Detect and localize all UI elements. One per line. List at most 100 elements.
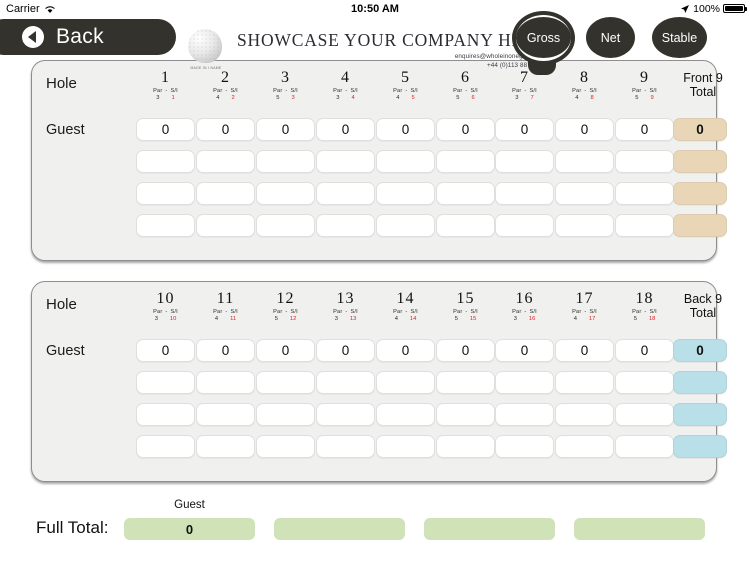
- back-nine-score-cell[interactable]: 0: [136, 339, 195, 362]
- par-si-label: Par - S/I: [333, 309, 358, 315]
- front-nine-score-cell[interactable]: [316, 182, 375, 205]
- front-nine-score-cell[interactable]: 0: [436, 118, 495, 141]
- front-nine-score-cell[interactable]: [615, 150, 674, 173]
- back-nine-score-cell[interactable]: [316, 403, 375, 426]
- full-total-box[interactable]: [424, 518, 555, 540]
- mode-button-stable[interactable]: Stable: [652, 17, 707, 58]
- front-nine-total-cell[interactable]: [673, 214, 727, 237]
- front-nine-total-cell[interactable]: [673, 150, 727, 173]
- stroke-index-value: 14: [409, 316, 417, 322]
- full-total-box[interactable]: 0: [124, 518, 255, 540]
- back-nine-score-cell[interactable]: [136, 403, 195, 426]
- mode-button-gross[interactable]: Gross: [516, 17, 571, 58]
- back-nine-total-cell[interactable]: [673, 403, 727, 426]
- back-nine-score-cell[interactable]: [555, 435, 614, 458]
- status-bar-right: 100%: [680, 3, 747, 15]
- back-nine-score-cell[interactable]: [316, 371, 375, 394]
- back-nine-score-cell[interactable]: [316, 435, 375, 458]
- back-nine-score-cell[interactable]: 0: [376, 339, 435, 362]
- front-nine-score-cell[interactable]: [555, 182, 614, 205]
- front-nine-score-cell[interactable]: [376, 150, 435, 173]
- front-nine-score-cell[interactable]: 0: [376, 118, 435, 141]
- front-nine-total-cell[interactable]: [673, 182, 727, 205]
- front-nine-score-cell[interactable]: [495, 214, 554, 237]
- par-si-values: 4-11: [196, 316, 255, 323]
- front-nine-score-cell[interactable]: 0: [555, 118, 614, 141]
- front-nine-score-cell[interactable]: [615, 182, 674, 205]
- front-nine-score-cell[interactable]: 0: [256, 118, 315, 141]
- back-button[interactable]: Back: [0, 19, 176, 55]
- front-nine-score-cell[interactable]: [196, 214, 255, 237]
- back-nine-score-cell[interactable]: [256, 403, 315, 426]
- stroke-index-value: 2: [231, 95, 235, 101]
- back-nine-score-cell[interactable]: [495, 403, 554, 426]
- back-nine-score-cell[interactable]: [615, 435, 674, 458]
- front-nine-score-cell[interactable]: [495, 150, 554, 173]
- stroke-index-value: 5: [411, 95, 415, 101]
- back-nine-score-cell[interactable]: 0: [256, 339, 315, 362]
- front-nine-score-cell[interactable]: [256, 150, 315, 173]
- back-nine-score-cell[interactable]: [495, 371, 554, 394]
- back-nine-score-cell[interactable]: 0: [615, 339, 674, 362]
- back-nine-total-cell[interactable]: 0: [673, 339, 727, 362]
- back-nine-hole-header: Hole: [46, 296, 77, 313]
- stroke-index-value: 4: [351, 95, 355, 101]
- par-si-values: 4-17: [555, 316, 614, 323]
- back-nine-score-cell[interactable]: [376, 435, 435, 458]
- front-nine-score-cell[interactable]: [555, 150, 614, 173]
- front-nine-score-cell[interactable]: [196, 182, 255, 205]
- front-nine-score-cell[interactable]: [316, 214, 375, 237]
- back-nine-total-cell[interactable]: [673, 371, 727, 394]
- front-nine-score-cell[interactable]: [196, 150, 255, 173]
- back-nine-score-cell[interactable]: [555, 403, 614, 426]
- back-nine-score-cell[interactable]: [376, 403, 435, 426]
- back-nine-score-cell[interactable]: [436, 403, 495, 426]
- full-total-box[interactable]: [274, 518, 405, 540]
- back-nine-score-cell[interactable]: [196, 371, 255, 394]
- front-nine-score-cell[interactable]: [615, 214, 674, 237]
- back-nine-score-cell[interactable]: 0: [316, 339, 375, 362]
- front-nine-score-cell[interactable]: [376, 182, 435, 205]
- front-nine-score-cell[interactable]: [555, 214, 614, 237]
- back-nine-score-cell[interactable]: 0: [495, 339, 554, 362]
- back-nine-score-cell[interactable]: [256, 435, 315, 458]
- front-nine-score-cell[interactable]: [436, 182, 495, 205]
- back-nine-total-cell[interactable]: [673, 435, 727, 458]
- back-nine-score-cell[interactable]: [196, 403, 255, 426]
- front-nine-score-cell[interactable]: 0: [136, 118, 195, 141]
- mode-button-net[interactable]: Net: [586, 17, 635, 58]
- front-nine-score-cell[interactable]: [316, 150, 375, 173]
- front-nine-score-cell[interactable]: [436, 214, 495, 237]
- back-nine-score-cell[interactable]: [136, 371, 195, 394]
- back-nine-score-cell[interactable]: [376, 371, 435, 394]
- front-nine-score-cell[interactable]: 0: [196, 118, 255, 141]
- front-nine-score-cell[interactable]: 0: [495, 118, 554, 141]
- front-nine-score-cell[interactable]: [136, 182, 195, 205]
- back-nine-score-cell[interactable]: 0: [196, 339, 255, 362]
- front-nine-score-cell[interactable]: [136, 150, 195, 173]
- front-nine-score-cell[interactable]: [376, 214, 435, 237]
- front-nine-score-cell[interactable]: 0: [615, 118, 674, 141]
- front-nine-score-cell[interactable]: [495, 182, 554, 205]
- back-nine-score-cell[interactable]: [136, 435, 195, 458]
- back-nine-score-cell[interactable]: [615, 403, 674, 426]
- back-nine-score-cell[interactable]: [555, 371, 614, 394]
- front-nine-total-cell[interactable]: 0: [673, 118, 727, 141]
- back-nine-score-cell[interactable]: [196, 435, 255, 458]
- full-total-box[interactable]: [574, 518, 705, 540]
- front-nine-score-cell[interactable]: 0: [316, 118, 375, 141]
- front-nine-score-cell[interactable]: [136, 214, 195, 237]
- front-nine-score-cell[interactable]: [256, 214, 315, 237]
- back-nine-score-cell[interactable]: 0: [555, 339, 614, 362]
- back-nine-score-cell[interactable]: [495, 435, 554, 458]
- back-nine-score-cell[interactable]: [256, 371, 315, 394]
- back-nine-score-cell[interactable]: [436, 371, 495, 394]
- back-nine-score-cell[interactable]: [436, 435, 495, 458]
- par-si-values: 5-3: [256, 95, 315, 102]
- front-nine-score-cell[interactable]: [436, 150, 495, 173]
- par-si-values: 5-12: [256, 316, 315, 323]
- front-nine-score-cell[interactable]: [256, 182, 315, 205]
- par-value: 3: [513, 316, 517, 322]
- back-nine-score-cell[interactable]: [615, 371, 674, 394]
- back-nine-score-cell[interactable]: 0: [436, 339, 495, 362]
